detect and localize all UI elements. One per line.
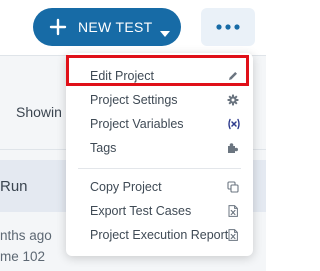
menu-divider: [78, 168, 241, 169]
variable-x-icon: [227, 118, 241, 130]
menu-item-project-settings[interactable]: Project Settings: [66, 88, 253, 112]
menu-item-label: Copy Project: [90, 180, 162, 194]
menu-item-label: Project Variables: [90, 117, 184, 131]
excel-file-icon: [227, 229, 239, 241]
menu-item-tags[interactable]: Tags: [66, 136, 253, 160]
ellipsis-icon: [216, 24, 240, 30]
menu-item-edit-project[interactable]: Edit Project: [66, 64, 253, 88]
puzzle-icon: [227, 142, 239, 154]
menu-item-label: Edit Project: [90, 69, 154, 83]
caret-down-icon[interactable]: [160, 24, 170, 37]
row-name: me 102: [0, 249, 46, 264]
menu-item-label: Project Execution Report: [90, 228, 229, 242]
new-test-button[interactable]: NEW TEST: [33, 8, 181, 46]
new-test-label: NEW TEST: [78, 19, 153, 35]
menu-item-export-test-cases[interactable]: Export Test Cases: [66, 199, 253, 223]
copy-icon: [227, 181, 239, 193]
menu-item-label: Project Settings: [90, 93, 178, 107]
excel-file-icon: [227, 205, 239, 217]
menu-item-project-execution-report[interactable]: Project Execution Report: [66, 223, 253, 247]
menu-item-project-variables[interactable]: Project Variables: [66, 112, 253, 136]
gear-icon: [227, 94, 239, 106]
top-toolbar: NEW TEST: [0, 0, 266, 55]
menu-item-label: Export Test Cases: [90, 204, 192, 218]
pencil-icon: [227, 70, 239, 82]
project-options-menu: Edit Project Project Settings Project Va…: [66, 53, 253, 256]
run-column-header: Run: [0, 178, 28, 195]
plus-icon: [49, 18, 67, 36]
more-options-button[interactable]: [201, 8, 255, 46]
row-timestamp: nths ago: [0, 228, 52, 243]
menu-item-copy-project[interactable]: Copy Project: [66, 175, 253, 199]
menu-item-label: Tags: [90, 141, 117, 155]
showing-count-text: Showin: [16, 104, 62, 120]
